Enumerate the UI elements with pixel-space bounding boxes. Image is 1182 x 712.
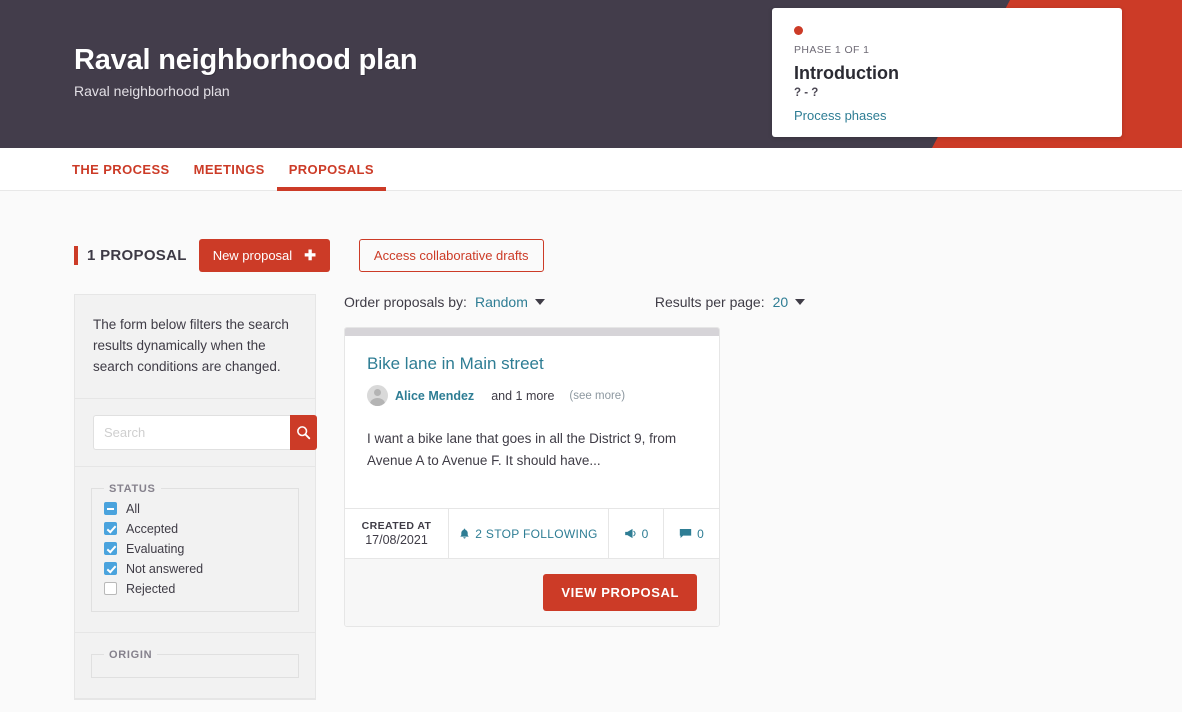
authors-more-count: and 1 more [491,388,555,403]
author-name-link[interactable]: Alice Mendez [395,389,474,403]
page-title: Raval neighborhood plan [74,44,418,76]
proposal-card-body: Bike lane in Main street Alice Mendez an… [345,336,719,508]
process-phases-link[interactable]: Process phases [794,108,887,123]
proposal-card-footer: VIEW PROPOSAL [345,559,719,627]
plus-icon: ✚ [304,247,316,263]
view-proposal-button[interactable]: VIEW PROPOSAL [543,574,697,612]
results-per-page-value: 20 [772,294,789,310]
tab-the-process[interactable]: THE PROCESS [72,148,182,190]
results-per-page-group: Results per page: 20 [654,294,806,310]
proposal-excerpt: I want a bike lane that goes in all the … [367,431,677,469]
status-label-rejected: Rejected [126,581,176,596]
main-navigation: THE PROCESS MEETINGS PROPOSALS [0,148,1182,191]
status-option-accepted[interactable]: Accepted [104,519,286,539]
status-fieldset: STATUS All Accepted Evaluating Not answe… [91,482,299,612]
proposal-authors: Alice Mendez and 1 more (see more) [367,385,697,406]
list-controls: Order proposals by: Random Results per p… [344,294,1162,310]
collaborative-drafts-button[interactable]: Access collaborative drafts [358,239,544,272]
follow-label: 2 STOP FOLLOWING [475,526,598,541]
follow-button[interactable]: 2 STOP FOLLOWING [449,509,609,559]
search-submit-button[interactable] [290,414,317,450]
page-hero: Raval neighborhood plan Raval neighborho… [0,0,1182,148]
status-label-evaluating: Evaluating [126,541,185,556]
phase-title: Introduction [794,63,899,83]
origin-filter-wrap: ORIGIN [75,633,315,699]
origin-legend: ORIGIN [109,648,153,661]
phase-step-label: PHASE 1 OF 1 [794,44,870,56]
phase-card: PHASE 1 OF 1 Introduction ? - ? Process … [772,8,1122,137]
see-more-authors-link[interactable]: (see more) [569,390,625,402]
megaphone-icon [624,528,636,539]
status-label-accepted: Accepted [126,521,179,536]
order-by-label: Order proposals by: [344,294,467,310]
bell-icon [460,528,470,539]
proposal-count: 1 PROPOSAL [74,246,187,265]
checkbox-not-answered[interactable] [104,562,117,576]
status-filter-wrap: STATUS All Accepted Evaluating Not answe… [75,467,315,633]
avatar [367,385,388,406]
status-legend: STATUS [109,482,156,495]
stat-endorsements: 0 [609,509,664,559]
order-by-value: Random [474,294,528,310]
proposal-status-bar [345,328,719,336]
status-label-not-answered: Not answered [126,561,204,576]
proposal-card: Bike lane in Main street Alice Mendez an… [344,327,720,628]
phase-status-dot-icon [794,26,803,35]
filters-intro-text: The form below filters the search result… [75,295,315,399]
status-option-rejected[interactable]: Rejected [104,579,286,599]
proposal-stats-bar: CREATED AT 17/08/2021 2 STOP FOLLOWING 0… [345,508,719,560]
proposal-title-link[interactable]: Bike lane in Main street [367,354,697,374]
comments-count: 0 [697,526,704,541]
origin-fieldset: ORIGIN [91,648,299,678]
checkbox-all[interactable] [104,502,117,516]
chevron-down-icon [795,299,806,305]
page-body: 1 PROPOSAL New proposal ✚ Access collabo… [0,191,1182,700]
order-by-dropdown[interactable]: Random [475,294,545,310]
phase-dates: ? - ? [794,87,819,99]
tab-meetings[interactable]: MEETINGS [182,148,277,190]
page-subtitle: Raval neighborhood plan [74,83,230,99]
created-at-label: CREATED AT [361,520,432,533]
search-form [75,399,317,467]
filters-sidebar: The form below filters the search result… [74,294,317,700]
content-columns: The form below filters the search result… [0,272,1182,700]
status-option-all[interactable]: All [104,499,286,519]
proposals-list-column: Order proposals by: Random Results per p… [344,294,1182,700]
hero-text-block: Raval neighborhood plan Raval neighborho… [74,44,418,99]
search-input[interactable] [93,414,290,450]
results-per-page-dropdown[interactable]: 20 [773,294,806,310]
comment-icon [679,529,692,539]
status-option-not-answered[interactable]: Not answered [104,559,286,579]
search-icon [297,425,311,439]
tab-proposals[interactable]: PROPOSALS [276,148,387,191]
stat-created-at: CREATED AT 17/08/2021 [345,509,449,559]
stat-comments: 0 [664,509,719,558]
created-at-value: 17/08/2021 [365,533,428,548]
proposals-section-header: 1 PROPOSAL New proposal ✚ Access collabo… [0,191,1182,272]
status-option-evaluating[interactable]: Evaluating [104,539,286,559]
checkbox-accepted[interactable] [104,522,117,536]
new-proposal-button[interactable]: New proposal ✚ [198,239,330,272]
accent-bar [74,246,78,265]
status-label-all: All [126,501,140,516]
checkbox-rejected[interactable] [104,582,117,596]
checkbox-evaluating[interactable] [104,542,117,556]
endorsements-count: 0 [641,526,649,541]
proposal-count-label: 1 PROPOSAL [87,247,187,264]
chevron-down-icon [534,299,545,305]
results-per-page-label: Results per page: [654,294,765,310]
new-proposal-label: New proposal [212,248,293,263]
